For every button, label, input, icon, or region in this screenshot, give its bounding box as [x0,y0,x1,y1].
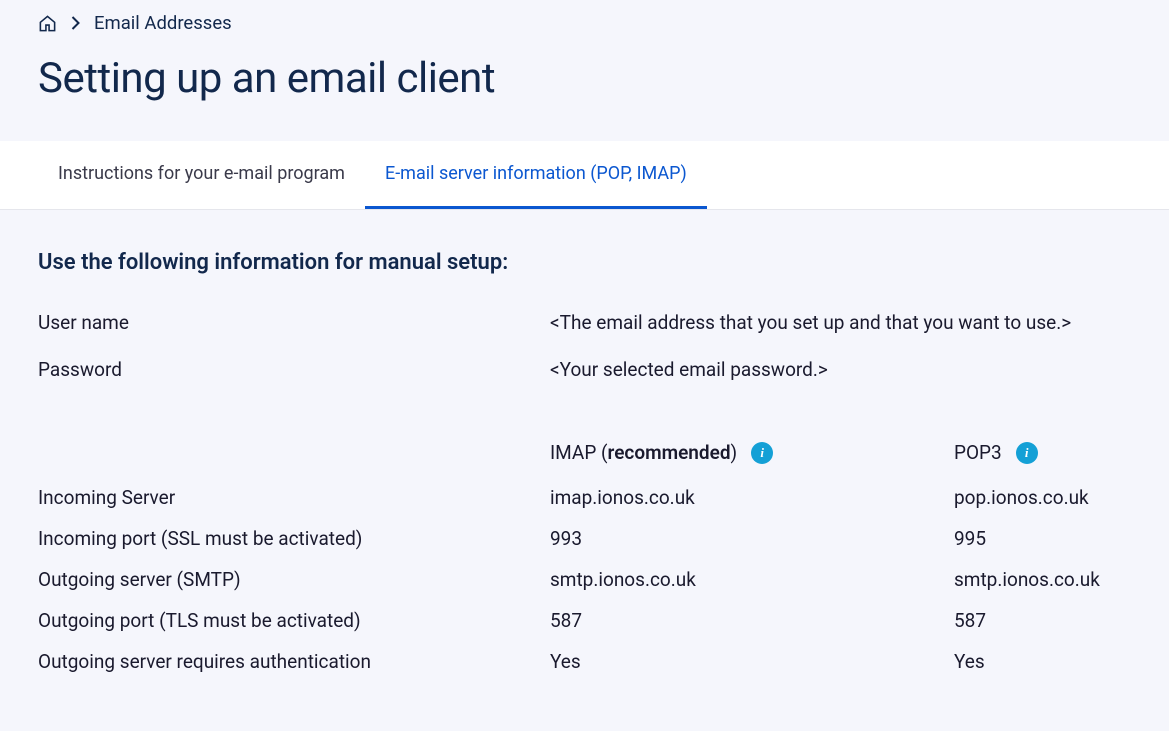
table-row: Outgoing port (TLS must be activated) 58… [38,609,1131,632]
home-icon[interactable] [38,14,57,33]
tabs-container: Instructions for your e-mail program E-m… [0,141,1169,210]
tab-instructions[interactable]: Instructions for your e-mail program [38,141,365,209]
row-imap-value: 587 [550,609,954,632]
page-title: Setting up an email client [38,54,1131,103]
row-imap-value: smtp.ionos.co.uk [550,568,954,591]
row-label: Incoming Server [38,486,550,509]
table-row: Incoming Server imap.ionos.co.uk pop.ion… [38,486,1131,509]
imap-header-suffix: ) [731,441,738,464]
empty-header [38,441,550,464]
chevron-right-icon [71,16,80,30]
row-label: Outgoing server (SMTP) [38,568,550,591]
row-label: Outgoing port (TLS must be activated) [38,609,550,632]
info-icon[interactable]: i [751,442,773,464]
row-pop-value: pop.ionos.co.uk [954,486,1131,509]
breadcrumb-item[interactable]: Email Addresses [94,12,232,34]
username-label: User name [38,311,550,334]
table-row: Outgoing server (SMTP) smtp.ionos.co.uk … [38,568,1131,591]
table-row: Outgoing server requires authentication … [38,650,1131,673]
server-table: IMAP (recommended) i POP3 i Incoming Ser… [38,441,1131,673]
row-pop-value: Yes [954,650,1131,673]
imap-header-recommended: recommended [608,441,731,464]
info-icon[interactable]: i [1016,442,1038,464]
server-header-row: IMAP (recommended) i POP3 i [38,441,1131,464]
password-label: Password [38,358,550,381]
pop-header-text: POP3 [954,441,1002,464]
imap-header-prefix: IMAP ( [550,441,608,464]
row-pop-value: 995 [954,527,1131,550]
tab-server-info[interactable]: E-mail server information (POP, IMAP) [365,141,707,209]
row-label: Outgoing server requires authentication [38,650,550,673]
credential-row-password: Password <Your selected email password.> [38,358,1131,381]
breadcrumb: Email Addresses [38,12,1131,34]
pop-header: POP3 i [954,441,1131,464]
content-panel: Use the following information for manual… [0,210,1169,731]
table-row: Incoming port (SSL must be activated) 99… [38,527,1131,550]
row-pop-value: smtp.ionos.co.uk [954,568,1131,591]
section-heading: Use the following information for manual… [38,250,1131,275]
password-value: <Your selected email password.> [550,358,828,381]
tabs: Instructions for your e-mail program E-m… [0,141,1169,209]
credential-row-username: User name <The email address that you se… [38,311,1131,334]
username-value: <The email address that you set up and t… [550,311,1071,334]
row-pop-value: 587 [954,609,1131,632]
row-imap-value: 993 [550,527,954,550]
row-label: Incoming port (SSL must be activated) [38,527,550,550]
imap-header: IMAP (recommended) i [550,441,954,464]
row-imap-value: imap.ionos.co.uk [550,486,954,509]
header-section: Email Addresses Setting up an email clie… [0,0,1169,141]
row-imap-value: Yes [550,650,954,673]
